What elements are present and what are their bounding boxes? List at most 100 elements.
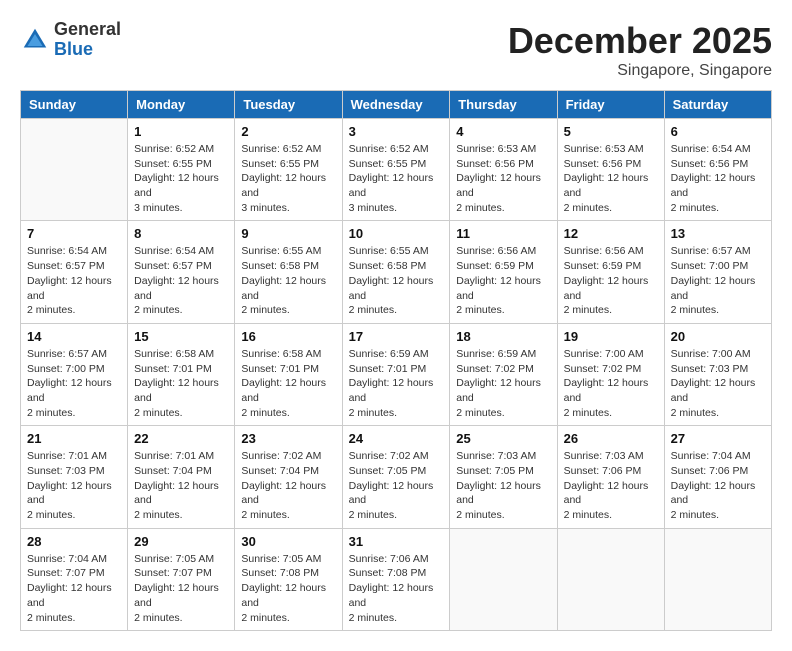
calendar-cell: 31 Sunrise: 7:06 AMSunset: 7:08 PMDayligh… — [342, 528, 450, 630]
day-info: Sunrise: 7:04 AMSunset: 7:07 PMDaylight:… — [27, 552, 121, 625]
day-number: 31 — [349, 534, 444, 549]
day-info: Sunrise: 7:05 AMSunset: 7:08 PMDaylight:… — [241, 552, 335, 625]
day-info: Sunrise: 6:59 AMSunset: 7:01 PMDaylight:… — [349, 347, 444, 420]
page-header: General Blue December 2025 Singapore, Si… — [20, 20, 772, 80]
day-info: Sunrise: 6:57 AMSunset: 7:00 PMDaylight:… — [27, 347, 121, 420]
day-info: Sunrise: 6:54 AMSunset: 6:57 PMDaylight:… — [27, 244, 121, 317]
day-info: Sunrise: 7:00 AMSunset: 7:02 PMDaylight:… — [564, 347, 658, 420]
day-info: Sunrise: 6:55 AMSunset: 6:58 PMDaylight:… — [241, 244, 335, 317]
day-number: 15 — [134, 329, 228, 344]
calendar-cell: 18 Sunrise: 6:59 AMSunset: 7:02 PMDayligh… — [450, 323, 557, 425]
day-number: 5 — [564, 124, 658, 139]
calendar-cell: 13Sunrise: 6:57 AMSunset: 7:00 PMDayligh… — [664, 221, 771, 323]
day-number: 29 — [134, 534, 228, 549]
weekday-header: Friday — [557, 91, 664, 119]
day-info: Sunrise: 7:00 AMSunset: 7:03 PMDaylight:… — [671, 347, 765, 420]
calendar-cell: 21Sunrise: 7:01 AMSunset: 7:03 PMDayligh… — [21, 426, 128, 528]
day-number: 9 — [241, 226, 335, 241]
title-section: December 2025 Singapore, Singapore — [508, 20, 772, 80]
day-number: 27 — [671, 431, 765, 446]
calendar-cell: 5 Sunrise: 6:53 AMSunset: 6:56 PMDaylight… — [557, 119, 664, 221]
day-number: 25 — [456, 431, 550, 446]
calendar-cell: 28 Sunrise: 7:04 AMSunset: 7:07 PMDayligh… — [21, 528, 128, 630]
day-number: 30 — [241, 534, 335, 549]
day-number: 10 — [349, 226, 444, 241]
day-info: Sunrise: 6:54 AMSunset: 6:57 PMDaylight:… — [134, 244, 228, 317]
calendar-cell: 30 Sunrise: 7:05 AMSunset: 7:08 PMDayligh… — [235, 528, 342, 630]
day-info: Sunrise: 6:58 AMSunset: 7:01 PMDaylight:… — [241, 347, 335, 420]
calendar-cell: 27Sunrise: 7:04 AMSunset: 7:06 PMDayligh… — [664, 426, 771, 528]
day-number: 19 — [564, 329, 658, 344]
weekday-header: Monday — [128, 91, 235, 119]
calendar-cell: 10Sunrise: 6:55 AMSunset: 6:58 PMDayligh… — [342, 221, 450, 323]
calendar-cell — [450, 528, 557, 630]
logo-icon — [20, 25, 50, 55]
day-number: 2 — [241, 124, 335, 139]
location-title: Singapore, Singapore — [508, 62, 772, 80]
day-number: 1 — [134, 124, 228, 139]
calendar-cell — [557, 528, 664, 630]
calendar-cell: 29 Sunrise: 7:05 AMSunset: 7:07 PMDayligh… — [128, 528, 235, 630]
calendar-cell: 12Sunrise: 6:56 AMSunset: 6:59 PMDayligh… — [557, 221, 664, 323]
calendar-cell: 26Sunrise: 7:03 AMSunset: 7:06 PMDayligh… — [557, 426, 664, 528]
day-number: 23 — [241, 431, 335, 446]
day-info: Sunrise: 7:05 AMSunset: 7:07 PMDaylight:… — [134, 552, 228, 625]
day-number: 18 — [456, 329, 550, 344]
day-info: Sunrise: 6:59 AMSunset: 7:02 PMDaylight:… — [456, 347, 550, 420]
calendar-cell: 1 Sunrise: 6:52 AMSunset: 6:55 PMDaylight… — [128, 119, 235, 221]
calendar-cell: 16 Sunrise: 6:58 AMSunset: 7:01 PMDayligh… — [235, 323, 342, 425]
day-number: 28 — [27, 534, 121, 549]
logo-general: General — [54, 20, 121, 40]
calendar-cell: 3 Sunrise: 6:52 AMSunset: 6:55 PMDaylight… — [342, 119, 450, 221]
calendar-cell: 22 Sunrise: 7:01 AMSunset: 7:04 PMDayligh… — [128, 426, 235, 528]
day-number: 11 — [456, 226, 550, 241]
month-title: December 2025 — [508, 20, 772, 62]
day-number: 16 — [241, 329, 335, 344]
day-number: 7 — [27, 226, 121, 241]
logo: General Blue — [20, 20, 121, 60]
day-info: Sunrise: 6:53 AMSunset: 6:56 PMDaylight:… — [456, 142, 550, 215]
day-number: 8 — [134, 226, 228, 241]
calendar-cell: 14Sunrise: 6:57 AMSunset: 7:00 PMDayligh… — [21, 323, 128, 425]
calendar-cell: 11 Sunrise: 6:56 AMSunset: 6:59 PMDayligh… — [450, 221, 557, 323]
day-info: Sunrise: 7:01 AMSunset: 7:04 PMDaylight:… — [134, 449, 228, 522]
calendar-cell: 6Sunrise: 6:54 AMSunset: 6:56 PMDaylight… — [664, 119, 771, 221]
calendar-cell: 9 Sunrise: 6:55 AMSunset: 6:58 PMDaylight… — [235, 221, 342, 323]
day-info: Sunrise: 6:53 AMSunset: 6:56 PMDaylight:… — [564, 142, 658, 215]
calendar-cell: 8 Sunrise: 6:54 AMSunset: 6:57 PMDaylight… — [128, 221, 235, 323]
day-info: Sunrise: 6:57 AMSunset: 7:00 PMDaylight:… — [671, 244, 765, 317]
calendar-cell: 25 Sunrise: 7:03 AMSunset: 7:05 PMDayligh… — [450, 426, 557, 528]
weekday-header: Saturday — [664, 91, 771, 119]
logo-text: General Blue — [54, 20, 121, 60]
day-number: 22 — [134, 431, 228, 446]
day-info: Sunrise: 6:58 AMSunset: 7:01 PMDaylight:… — [134, 347, 228, 420]
weekday-header: Wednesday — [342, 91, 450, 119]
calendar-cell: 20 Sunrise: 7:00 AMSunset: 7:03 PMDayligh… — [664, 323, 771, 425]
calendar-table: SundayMondayTuesdayWednesdayThursdayFrid… — [20, 90, 772, 631]
calendar-cell: 2Sunrise: 6:52 AMSunset: 6:55 PMDaylight… — [235, 119, 342, 221]
day-number: 20 — [671, 329, 765, 344]
day-info: Sunrise: 7:03 AMSunset: 7:06 PMDaylight:… — [564, 449, 658, 522]
day-number: 17 — [349, 329, 444, 344]
calendar-cell: 23 Sunrise: 7:02 AMSunset: 7:04 PMDayligh… — [235, 426, 342, 528]
day-info: Sunrise: 7:06 AMSunset: 7:08 PMDaylight:… — [349, 552, 444, 625]
day-info: Sunrise: 7:01 AMSunset: 7:03 PMDaylight:… — [27, 449, 121, 522]
weekday-header: Thursday — [450, 91, 557, 119]
calendar-cell: 4Sunrise: 6:53 AMSunset: 6:56 PMDaylight… — [450, 119, 557, 221]
day-info: Sunrise: 6:54 AMSunset: 6:56 PMDaylight:… — [671, 142, 765, 215]
day-info: Sunrise: 6:52 AMSunset: 6:55 PMDaylight:… — [134, 142, 228, 215]
day-info: Sunrise: 7:03 AMSunset: 7:05 PMDaylight:… — [456, 449, 550, 522]
day-number: 3 — [349, 124, 444, 139]
weekday-header: Sunday — [21, 91, 128, 119]
day-number: 12 — [564, 226, 658, 241]
day-info: Sunrise: 6:52 AMSunset: 6:55 PMDaylight:… — [349, 142, 444, 215]
day-info: Sunrise: 6:56 AMSunset: 6:59 PMDaylight:… — [456, 244, 550, 317]
calendar-cell: 19 Sunrise: 7:00 AMSunset: 7:02 PMDayligh… — [557, 323, 664, 425]
calendar-cell: 17 Sunrise: 6:59 AMSunset: 7:01 PMDayligh… — [342, 323, 450, 425]
calendar-cell — [21, 119, 128, 221]
logo-blue: Blue — [54, 40, 121, 60]
day-number: 24 — [349, 431, 444, 446]
calendar-cell — [664, 528, 771, 630]
day-info: Sunrise: 7:02 AMSunset: 7:04 PMDaylight:… — [241, 449, 335, 522]
calendar-cell: 15 Sunrise: 6:58 AMSunset: 7:01 PMDayligh… — [128, 323, 235, 425]
